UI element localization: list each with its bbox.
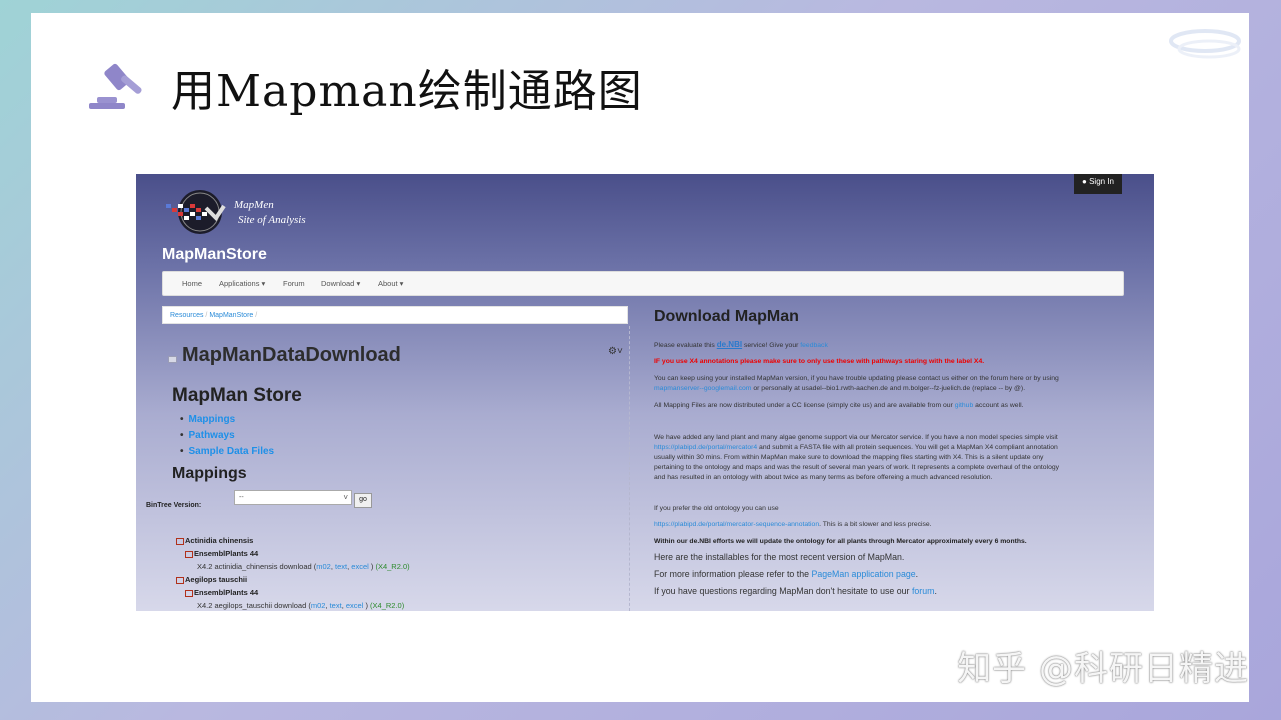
bintree-version-select[interactable]: -- ˅ [234, 490, 352, 505]
folder-icon [176, 537, 184, 545]
mapman-website-screenshot: ● Sign In MapMen Site of Analysis MapMan… [136, 174, 1154, 611]
tree-download: X4.2 actinidia_chinensis download (m02, … [197, 562, 410, 571]
store-heading: MapMan Store [172, 385, 302, 406]
mappings-heading: Mappings [172, 465, 247, 482]
link-excel[interactable]: excel [351, 562, 369, 571]
mercator4-link[interactable]: https://plabipd.de/portal/mercator4 [654, 444, 757, 451]
link-m02[interactable]: m02 [316, 562, 331, 571]
user-icon: ● [1082, 177, 1087, 186]
installables-text: Here are the installables for the most r… [654, 552, 905, 562]
tree-download: X4.2 aegilops_tauschii download (m02, te… [197, 601, 405, 610]
mercator-annotation-link[interactable]: https://plabipd.de/portal/mercator-seque… [654, 521, 819, 528]
nav-forum[interactable]: Forum [283, 279, 305, 288]
site-brand: MapMen Site of Analysis [234, 199, 306, 226]
contact-text: You can keep using your installed MapMan… [654, 375, 1059, 392]
license-text: All Mapping Files are now distributed un… [654, 402, 1024, 409]
pageman-link[interactable]: PageMan application page [811, 569, 915, 579]
data-download-title: MapManDataDownload [182, 344, 401, 366]
tree-species[interactable]: Actinidia chinensis [176, 536, 253, 545]
sign-in-button[interactable]: ● Sign In [1074, 174, 1122, 194]
forum-link[interactable]: forum [912, 586, 935, 596]
slide: 用Mapman绘制通路图 ● Sign In MapMen Site of An… [31, 13, 1249, 702]
folder-icon [185, 589, 193, 597]
folder-icon [185, 550, 193, 558]
evaluate-text: Please evaluate this de.NBI service! Giv… [654, 340, 828, 349]
gear-icon[interactable]: ⚙˅ [608, 346, 623, 357]
link-excel[interactable]: excel [346, 601, 364, 610]
watermark: 知乎 @科研日精进 [957, 649, 1249, 689]
navbar: Home Applications ▾ Forum Download ▾ Abo… [162, 271, 1124, 296]
nav-home[interactable]: Home [182, 279, 202, 288]
bintree-label: BinTree Version: [146, 502, 202, 509]
decorative-swirl-icon [1169, 29, 1241, 59]
link-mappings[interactable]: Mappings [180, 414, 236, 425]
nav-about[interactable]: About ▾ [378, 279, 403, 288]
forum-text: If you have questions regarding MapMan d… [654, 586, 937, 596]
nav-download[interactable]: Download ▾ [321, 279, 360, 288]
mapman-logo [166, 190, 226, 234]
breadcrumb-resources[interactable]: Resources [170, 312, 203, 319]
collapse-icon[interactable] [168, 356, 177, 363]
link-pathways[interactable]: Pathways [180, 430, 235, 441]
pageman-text: For more information please refer to the… [654, 569, 919, 579]
old-ontology-link-text: https://plabipd.de/portal/mercator-seque… [654, 521, 932, 528]
download-title: Download MapMan [654, 308, 799, 325]
link-m02[interactable]: m02 [311, 601, 326, 610]
store-title: MapManStore [162, 246, 267, 263]
denbi-logo[interactable]: de.NBI [717, 340, 742, 349]
feedback-link[interactable]: feedback [800, 342, 828, 349]
x4-warning: IF you use X4 annotations please make su… [654, 358, 985, 365]
denbi-update-text: Within our de.NBI efforts we will update… [654, 538, 1027, 545]
tree-source[interactable]: EnsemblPlants 44 [185, 588, 258, 597]
link-text[interactable]: text [330, 601, 342, 610]
old-ontology-text: If you prefer the old ontology you can u… [654, 505, 779, 512]
link-sample-data-files[interactable]: Sample Data Files [180, 446, 275, 457]
email-link[interactable]: mapmanserver--googlemail.com [654, 385, 751, 392]
go-button[interactable]: go [354, 493, 372, 508]
link-text[interactable]: text [335, 562, 347, 571]
mercator-text: We have added any land plant and many al… [654, 434, 1060, 481]
slide-title: 用Mapman绘制通路图 [171, 66, 643, 117]
folder-icon [176, 576, 184, 584]
breadcrumb-mapmanstore[interactable]: MapManStore [209, 312, 253, 319]
chevron-down-icon: ˅ [343, 493, 348, 502]
nav-applications[interactable]: Applications ▾ [219, 279, 265, 288]
github-link[interactable]: github [955, 402, 974, 409]
tree-species[interactable]: Aegilops tauschii [176, 575, 247, 584]
hammer-icon [89, 63, 142, 109]
tree-source[interactable]: EnsemblPlants 44 [185, 549, 258, 558]
breadcrumb: Resources / MapManStore / [162, 306, 628, 324]
